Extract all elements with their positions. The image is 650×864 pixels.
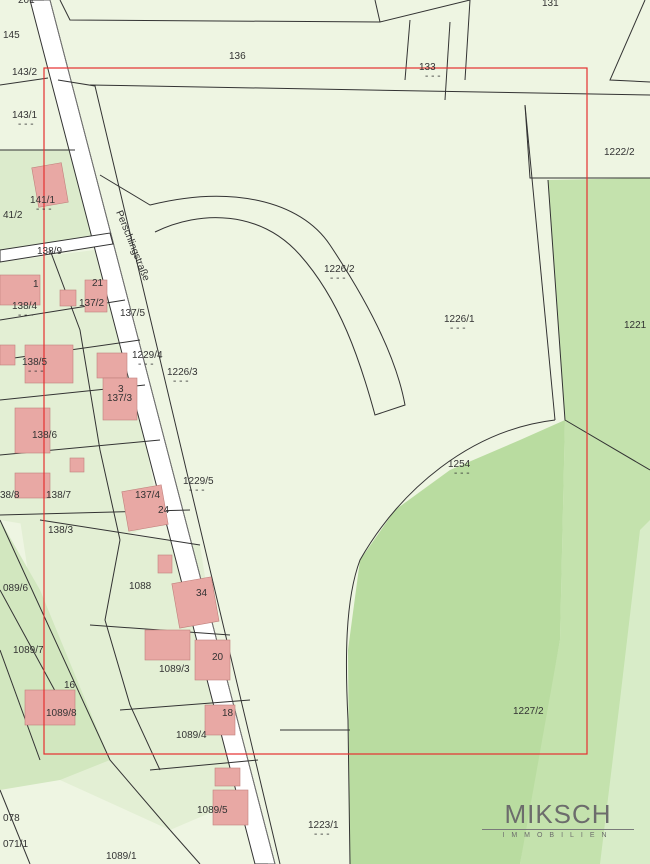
parcel-label-marker: - - -	[450, 323, 466, 334]
map-canvas: Perschlingstraße 201 131145136133- - -143…	[0, 0, 650, 864]
house-number: 3	[118, 384, 124, 395]
house-number: 16	[64, 680, 76, 691]
parcel-label: 1089/5	[197, 805, 228, 816]
parcel-label: 145	[3, 30, 20, 41]
parcel-label: 1222/2	[604, 147, 635, 158]
parcel-label: 1089/1	[106, 851, 137, 862]
cadastral-map: Perschlingstraße 201 131 145 136 133- - -143…	[0, 0, 650, 864]
parcel-label: 138/7	[46, 490, 71, 501]
parcel-label: 138/9	[37, 246, 62, 257]
brand-tagline: IMMOBILIEN	[502, 832, 614, 839]
parcel-label: 137/2	[79, 298, 104, 309]
parcel-label: 201	[18, 0, 35, 6]
parcel-label-marker: - - -	[425, 71, 441, 82]
house-number: 34	[196, 588, 208, 599]
brand-name: MIKSCH	[504, 799, 612, 829]
parcel-label: 1221	[624, 320, 647, 331]
parcel-label-marker: - - -	[314, 829, 330, 840]
parcel-label: 138/6	[32, 430, 57, 441]
parcel-label: 143/2	[12, 67, 37, 78]
parcel-label-marker: - - -	[189, 485, 205, 496]
parcel-label-marker: - - -	[18, 310, 34, 321]
parcel-label: 138/3	[48, 525, 73, 536]
parcel-label: 137/4	[135, 490, 160, 501]
brand-logo: MIKSCH IMMOBILIEN	[482, 800, 634, 839]
parcel-label: 131	[542, 0, 559, 9]
parcel-label: 136	[229, 51, 246, 62]
brand-divider	[482, 829, 634, 830]
parcel-label: 071/1	[3, 839, 28, 850]
parcel-label: 38/8	[0, 490, 20, 501]
house-number: 18	[222, 708, 234, 719]
parcel-label: 41/2	[3, 210, 23, 221]
parcel-label: 1089/8	[46, 708, 77, 719]
parcel-label-marker: - - -	[36, 204, 52, 215]
house-number: 1	[33, 279, 39, 290]
parcel-label: 137/5	[120, 308, 145, 319]
parcel-label: 1089/7	[13, 645, 44, 656]
parcel-label: 1089/4	[176, 730, 207, 741]
parcel-label: 1227/2	[513, 706, 544, 717]
parcel-label-marker: - - -	[18, 119, 34, 130]
parcel-label-marker: - - -	[28, 366, 44, 377]
house-number: 24	[158, 505, 170, 516]
house-number: 20	[212, 652, 224, 663]
house-number: 21	[92, 278, 104, 289]
parcel-label-marker: - - -	[173, 376, 189, 387]
parcel-label: 1089/3	[159, 664, 190, 675]
parcel-label-marker: - - -	[138, 359, 154, 370]
parcel-label: 1088	[129, 581, 152, 592]
parcel-label: 078	[3, 813, 20, 824]
parcel-label-marker: - - -	[330, 273, 346, 284]
parcel-label: 089/6	[3, 583, 28, 594]
parcel-label-marker: - - -	[454, 468, 470, 479]
